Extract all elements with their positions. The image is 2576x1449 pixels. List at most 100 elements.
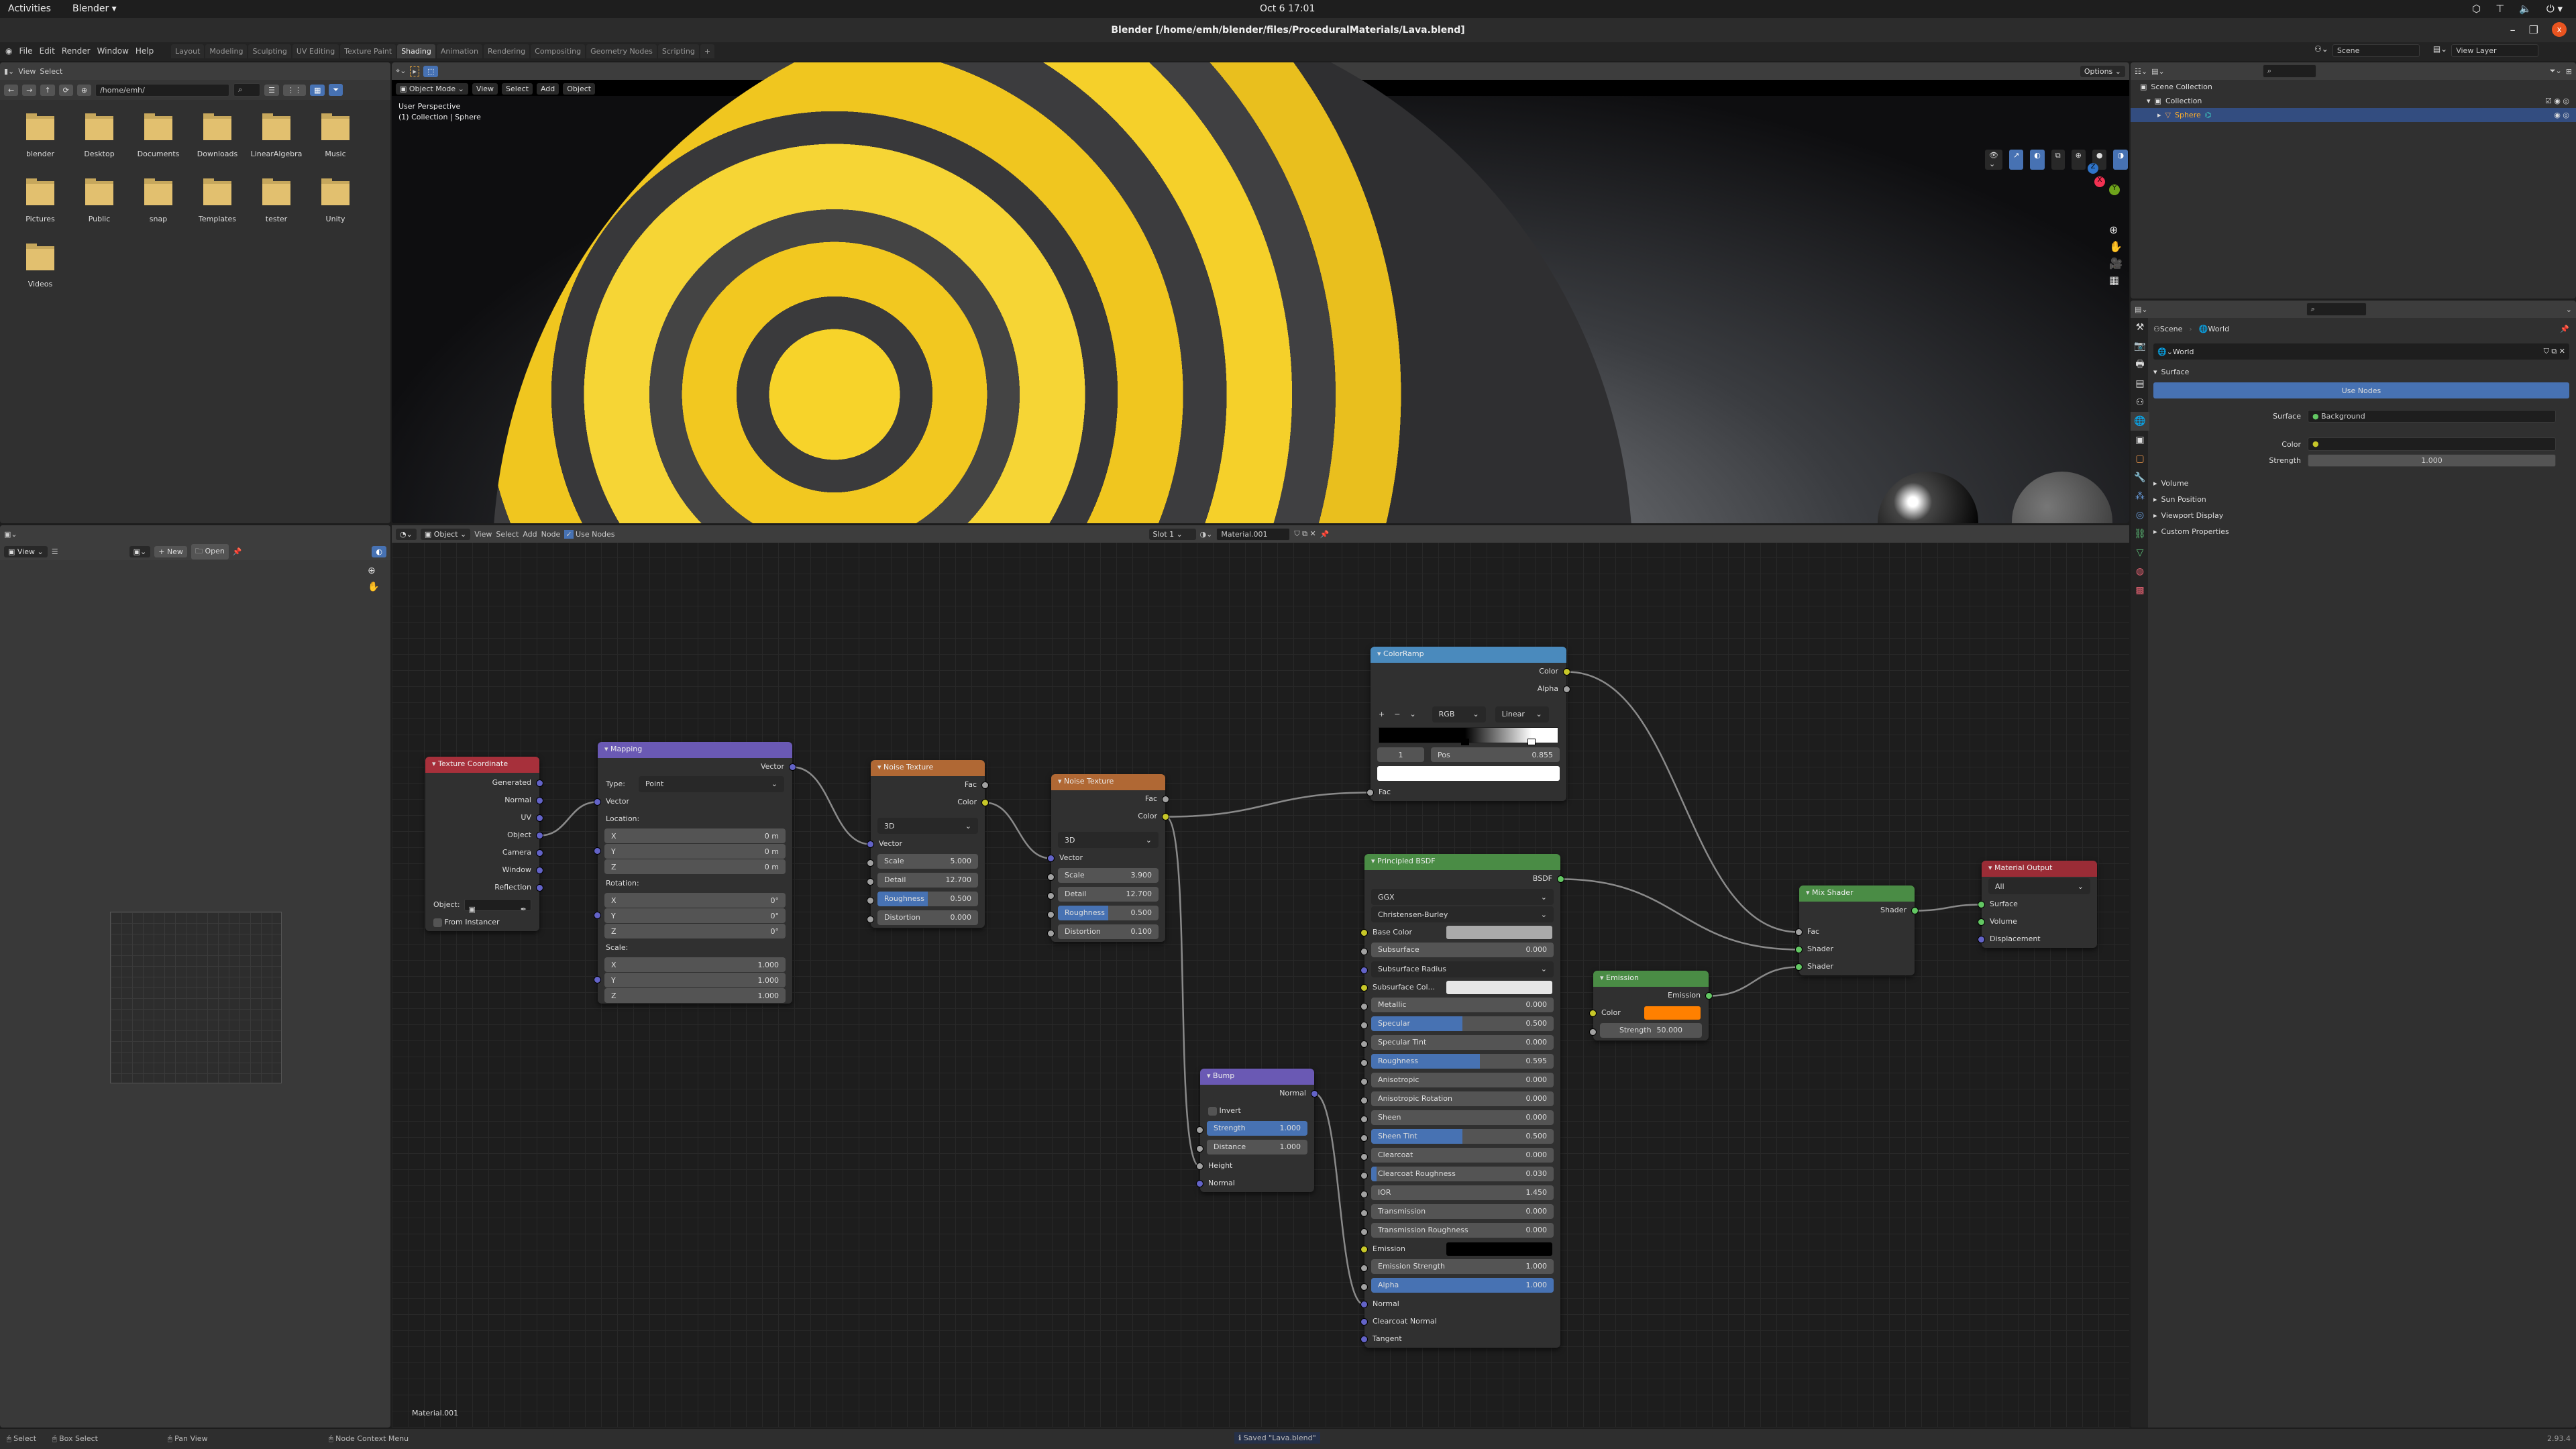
tab-shading[interactable]: Shading [397, 44, 435, 58]
menu-render[interactable]: Render [62, 46, 91, 56]
visibility-toggles[interactable]: ☑ ◉ ◎ [2545, 97, 2576, 105]
view-menu[interactable]: ▣ View ⌄ [4, 545, 48, 557]
socket-fac-in[interactable] [1795, 928, 1803, 936]
ramp-menu-button[interactable]: ⌄ [1409, 706, 1415, 723]
socket-normal-out[interactable] [536, 797, 543, 804]
socket-displacement-in[interactable] [1978, 936, 1985, 943]
parent-dir-icon[interactable]: ↑ [40, 84, 55, 96]
shader-node-editor[interactable]: ◔⌄ ▣ Object ⌄ View Select Add Node ✓ Use… [392, 525, 2129, 1428]
socket-shader-in-2[interactable] [1795, 963, 1803, 971]
hamburger-icon[interactable]: ☰ [52, 547, 58, 556]
node-link[interactable] [1314, 1093, 1364, 1305]
socket-strength-in[interactable] [1589, 1028, 1597, 1036]
node-title[interactable]: Texture Coordinate [425, 757, 539, 773]
tab-rendering[interactable]: Rendering [483, 44, 530, 58]
socket-color-in[interactable] [1589, 1010, 1597, 1017]
socket-color-out[interactable] [981, 799, 989, 806]
fake-user-icon[interactable]: ⛉ ⧉ ✕ [2544, 347, 2565, 356]
node-noise-texture-2[interactable]: Noise TextureFacColor 3D⌄VectorScale3.900… [1047, 774, 1169, 942]
select-tool-icon[interactable]: ▸ [410, 66, 419, 76]
node-noise-texture-1[interactable]: Noise TextureFacColor 3D⌄VectorScale5.000… [867, 760, 989, 928]
socket-surface-in[interactable] [1978, 901, 1985, 908]
world-color-field[interactable]: ● [2308, 437, 2556, 451]
horizontal-list-icon[interactable]: ⋮⋮ [282, 84, 306, 96]
new-folder-icon[interactable]: ⊕ [76, 84, 92, 96]
node-principled-bsdf[interactable]: Principled BSDF BSDF GGX⌄ Christensen-Bu… [1360, 854, 1564, 1348]
menu-select[interactable]: Select [502, 83, 533, 95]
socket-vector-in[interactable] [1047, 855, 1055, 862]
system-tray[interactable]: ⬡ ⊤ 🔈 ⏻ ▾ [2472, 3, 2563, 15]
tab-compositing[interactable]: Compositing [531, 44, 586, 58]
socket-vector-out[interactable] [789, 763, 796, 771]
socket-clearcoat-normal-in[interactable] [1360, 1318, 1368, 1326]
folder-item[interactable]: Videos [11, 244, 70, 288]
remove-stop-button[interactable]: − [1394, 706, 1400, 723]
node-texture-coordinate[interactable]: Texture Coordinate GeneratedNormalUVObje… [425, 757, 543, 931]
color-stop-handle[interactable] [1460, 739, 1469, 745]
filter-icon[interactable]: ⏷⌄ [2550, 66, 2562, 76]
volume-icon[interactable]: 🔈 [2519, 3, 2532, 15]
socket-vector-in[interactable] [594, 798, 601, 806]
socket-shader-out[interactable] [1911, 907, 1919, 914]
folder-item[interactable]: Unity [306, 178, 365, 223]
socket-normal-out[interactable] [1311, 1090, 1318, 1097]
node-link[interactable] [1165, 792, 1371, 818]
texture-tab-icon[interactable]: ▩ [2131, 581, 2149, 600]
subsurface-field[interactable]: Subsurface 0.000 [1371, 943, 1554, 957]
color-mode-select[interactable]: RGB ⌄ [1432, 706, 1486, 722]
menu-edit[interactable]: Edit [40, 46, 55, 56]
node-link[interactable] [1709, 966, 1799, 997]
gizmo-z-axis[interactable]: Z [2088, 163, 2098, 174]
image-browse-icon[interactable]: ▣⌄ [129, 545, 151, 557]
node-material-output[interactable]: Material Output All⌄ Surface Volume Disp… [1978, 861, 2097, 948]
render-tab-icon[interactable]: 📷 [2131, 337, 2149, 356]
gizmo-y-axis[interactable]: Y [2109, 184, 2120, 195]
menu-node[interactable]: Node [541, 530, 561, 539]
physics-tab-icon[interactable]: ◎ [2131, 506, 2149, 525]
node-title[interactable]: Mapping [598, 742, 792, 758]
roughness-field[interactable]: Roughness 0.595 [1371, 1054, 1554, 1069]
node-title[interactable]: Material Output [1982, 861, 2097, 877]
emission-color-swatch[interactable] [1446, 1242, 1552, 1256]
socket-metallic-in[interactable] [1360, 1003, 1368, 1010]
collection-tab-icon[interactable]: ▣ [2131, 431, 2149, 449]
outliner-row-scene-collection[interactable]: ▣ Scene Collection [2131, 80, 2576, 94]
socket-base-color[interactable] [1360, 929, 1368, 936]
socket-reflection-out[interactable] [536, 884, 543, 892]
socket-specular-tint-in[interactable] [1360, 1040, 1368, 1048]
menu-help[interactable]: Help [136, 46, 154, 56]
use-nodes-checkbox[interactable]: ✓ Use Nodes [564, 529, 615, 539]
color-ramp-gradient[interactable] [1379, 727, 1558, 745]
socket-uv-out[interactable] [536, 814, 543, 822]
distortion-field[interactable]: Distortion 0.100 [1058, 924, 1159, 939]
viewport-canvas[interactable]: 👁⌄ ↗ ◐ ⧉ ⊕ ● ◑ ◌ Z X Y ⊕ ✋ 🎥 ▦ [392, 62, 2129, 523]
node-mix-shader[interactable]: Mix Shader Shader Fac Shader Shader [1795, 885, 1919, 975]
folder-item[interactable]: Desktop [70, 113, 129, 158]
surface-panel-header[interactable]: ▾ Surface [2153, 364, 2569, 380]
material-tab-icon[interactable]: ◍ [2131, 562, 2149, 581]
thumbnails-icon[interactable]: ▦ [309, 84, 325, 96]
editor-type-icon[interactable]: ▮⌄ [4, 67, 14, 76]
subsurface-color-swatch[interactable] [1446, 981, 1552, 994]
active-stop-index[interactable]: 1 [1377, 747, 1424, 762]
network-icon[interactable]: ⊤ [2496, 3, 2504, 15]
minimize-button[interactable]: – [2510, 23, 2516, 36]
ortho-grid-icon[interactable]: ▦ [2109, 274, 2123, 286]
vertical-list-icon[interactable]: ☰ [264, 84, 279, 96]
socket-subsurface-color[interactable] [1360, 984, 1368, 991]
power-icon[interactable]: ⏻ ▾ [2546, 3, 2563, 15]
menu-view[interactable]: View [18, 67, 36, 76]
invert-checkbox[interactable]: Invert [1200, 1102, 1314, 1120]
panel-viewport-display[interactable]: ▸ Viewport Display [2153, 507, 2569, 523]
emission-strength-field[interactable]: Emission Strength 1.000 [1371, 1259, 1554, 1274]
emission-color-swatch[interactable] [1644, 1006, 1701, 1020]
anisotropic-rotation-field[interactable]: Anisotropic Rotation 0.000 [1371, 1091, 1554, 1106]
menu-window[interactable]: Window [97, 46, 129, 56]
unity-icon[interactable]: ⬡ [2472, 3, 2481, 15]
clearcoat-roughness-field[interactable]: Clearcoat Roughness 0.030 [1371, 1167, 1554, 1181]
node-title[interactable]: ColorRamp [1371, 647, 1566, 663]
node-link[interactable] [1566, 671, 1799, 933]
pin-icon[interactable]: 📌 [1320, 530, 1330, 539]
location-x-field[interactable]: X0 m [604, 828, 786, 843]
socket-scale-in[interactable] [867, 859, 874, 867]
